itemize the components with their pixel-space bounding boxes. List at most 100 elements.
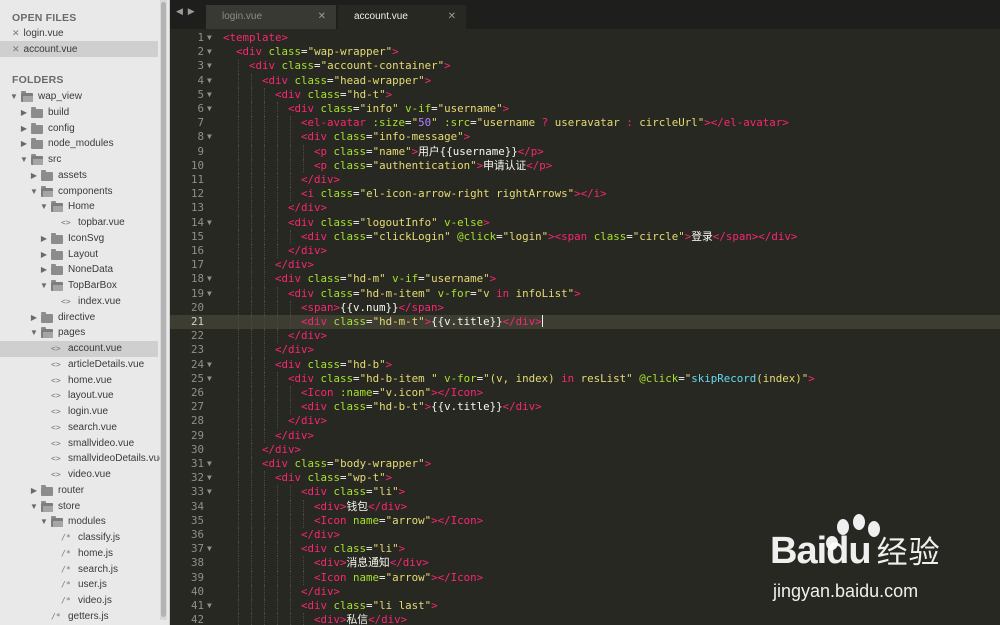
fold-icon[interactable]: ▼: [207, 102, 212, 116]
code-line[interactable]: 2 ▼ <div class="wap-wrapper">: [170, 45, 1000, 59]
tree-file-item[interactable]: <> index.vue: [0, 294, 158, 310]
tree-folder-item[interactable]: ▶ router: [0, 483, 158, 499]
fold-icon[interactable]: ▼: [207, 599, 212, 613]
code-line[interactable]: 10 <p class="authentication">申请认证</p>: [170, 158, 1000, 173]
tree-folder-item[interactable]: ▶ node_modules: [0, 136, 158, 152]
tab-nav-arrows-icon[interactable]: ◀ ▶: [176, 7, 196, 17]
code-line[interactable]: 31 ▼ <div class="body-wrapper">: [170, 457, 1000, 472]
fold-icon[interactable]: ▼: [207, 216, 212, 230]
fold-icon[interactable]: ▼: [207, 485, 212, 499]
tree-folder-item[interactable]: ▶ NoneData: [0, 262, 158, 278]
fold-icon[interactable]: ▼: [207, 287, 212, 301]
tree-folder-item[interactable]: ▶ assets: [0, 168, 158, 184]
code-line[interactable]: 29 </div>: [170, 428, 1000, 443]
tree-folder-item[interactable]: ▶ directive: [0, 310, 158, 326]
code-line[interactable]: 23 </div>: [170, 343, 1000, 358]
tree-file-item[interactable]: <> video.vue: [0, 467, 158, 483]
tree-folder-item[interactable]: ▶ config: [0, 121, 158, 137]
code-line[interactable]: 32 ▼ <div class="wp-t">: [170, 471, 1000, 486]
chevron-right-icon[interactable]: ▶: [20, 136, 28, 152]
tree-file-item[interactable]: <> home.vue: [0, 373, 158, 389]
tree-file-item[interactable]: /* user.js: [0, 577, 158, 593]
code-line[interactable]: 1 ▼ <template>: [170, 31, 1000, 45]
close-icon[interactable]: ✕: [318, 5, 326, 29]
chevron-down-icon[interactable]: ▼: [30, 499, 38, 515]
chevron-right-icon[interactable]: ▶: [30, 168, 38, 184]
code-line[interactable]: 25 ▼ <div class="hd-b-item " v-for="(v, in…: [170, 371, 1000, 386]
chevron-down-icon[interactable]: ▼: [30, 184, 38, 200]
code-line[interactable]: 24 ▼ <div class="hd-b">: [170, 357, 1000, 372]
chevron-right-icon[interactable]: ▶: [20, 105, 28, 121]
tree-folder-item[interactable]: ▼ TopBarBox: [0, 278, 158, 294]
code-line[interactable]: 7 <el-avatar :size="50" :src="username ? …: [170, 116, 1000, 131]
tree-folder-item[interactable]: ▼ store: [0, 499, 158, 515]
sidebar-scrollbar-thumb[interactable]: [161, 2, 166, 617]
open-file-item[interactable]: ✕ account.vue: [0, 41, 158, 57]
chevron-down-icon[interactable]: ▼: [40, 514, 48, 530]
code-line[interactable]: 30 </div>: [170, 442, 1000, 457]
fold-icon[interactable]: ▼: [207, 88, 212, 102]
tree-file-item[interactable]: /* getters.js: [0, 609, 158, 625]
code-line[interactable]: 33 ▼ <div class="li">: [170, 485, 1000, 500]
code-line[interactable]: 21 <div class="hd-m-t">{{v.title}}</div>: [170, 315, 1000, 330]
tab-login-vue[interactable]: login.vue ✕: [206, 5, 336, 29]
fold-icon[interactable]: ▼: [207, 45, 212, 59]
code-line[interactable]: 3 ▼ <div class="account-container">: [170, 59, 1000, 74]
chevron-right-icon[interactable]: ▶: [30, 483, 38, 499]
tree-file-item[interactable]: <> layout.vue: [0, 388, 158, 404]
tree-folder-item[interactable]: ▼ wap_view: [0, 89, 158, 105]
code-line[interactable]: 14 ▼ <div class="logoutInfo" v-else>: [170, 215, 1000, 230]
tree-file-item[interactable]: <> search.vue: [0, 420, 158, 436]
chevron-down-icon[interactable]: ▼: [30, 325, 38, 341]
code-line[interactable]: 12 <i class="el-icon-arrow-right rightArr…: [170, 187, 1000, 202]
code-line[interactable]: 34 <div>钱包</div>: [170, 499, 1000, 514]
tree-file-item[interactable]: <> articleDetails.vue: [0, 357, 158, 373]
chevron-right-icon[interactable]: ▶: [40, 247, 48, 263]
code-line[interactable]: 17 </div>: [170, 258, 1000, 273]
tree-file-item[interactable]: <> login.vue: [0, 404, 158, 420]
chevron-right-icon[interactable]: ▶: [30, 310, 38, 326]
tree-file-item[interactable]: <> smallvideo.vue: [0, 436, 158, 452]
tree-file-item[interactable]: <> account.vue: [0, 341, 158, 357]
tree-file-item[interactable]: /* classify.js: [0, 530, 158, 546]
chevron-down-icon[interactable]: ▼: [40, 278, 48, 294]
code-line[interactable]: 5 ▼ <div class="hd-t">: [170, 87, 1000, 102]
chevron-down-icon[interactable]: ▼: [10, 89, 18, 105]
chevron-right-icon[interactable]: ▶: [40, 262, 48, 278]
tree-folder-item[interactable]: ▶ Layout: [0, 247, 158, 263]
code-line[interactable]: 8 ▼ <div class="info-message">: [170, 130, 1000, 145]
code-line[interactable]: 20 <span>{{v.num}}</span>: [170, 300, 1000, 315]
code-line[interactable]: 11 </div>: [170, 173, 1000, 188]
tree-file-item[interactable]: <> topbar.vue: [0, 215, 158, 231]
close-icon[interactable]: ✕: [12, 44, 20, 54]
tree-folder-item[interactable]: ▼ src: [0, 152, 158, 168]
chevron-right-icon[interactable]: ▶: [20, 121, 28, 137]
sidebar-scrollbar[interactable]: [160, 0, 167, 620]
open-file-item[interactable]: ✕ login.vue: [0, 25, 158, 41]
code-line[interactable]: 4 ▼ <div class="head-wrapper">: [170, 73, 1000, 88]
fold-icon[interactable]: ▼: [207, 59, 212, 73]
tree-folder-item[interactable]: ▼ components: [0, 184, 158, 200]
tree-file-item[interactable]: /* search.js: [0, 562, 158, 578]
tree-file-item[interactable]: /* video.js: [0, 593, 158, 609]
chevron-right-icon[interactable]: ▶: [40, 231, 48, 247]
chevron-down-icon[interactable]: ▼: [20, 152, 28, 168]
tree-folder-item[interactable]: ▼ pages: [0, 325, 158, 341]
code-line[interactable]: 18 ▼ <div class="hd-m" v-if="username">: [170, 272, 1000, 287]
fold-icon[interactable]: ▼: [207, 457, 212, 471]
close-icon[interactable]: ✕: [448, 5, 456, 29]
tree-folder-item[interactable]: ▼ modules: [0, 514, 158, 530]
tab-account-vue[interactable]: account.vue ✕: [338, 5, 466, 29]
code-line[interactable]: 26 <Icon :name="v.icon"></Icon>: [170, 386, 1000, 401]
fold-icon[interactable]: ▼: [207, 130, 212, 144]
fold-icon[interactable]: ▼: [207, 31, 212, 45]
code-line[interactable]: 19 ▼ <div class="hd-m-item" v-for="v in in…: [170, 286, 1000, 301]
tree-file-item[interactable]: /* home.js: [0, 546, 158, 562]
fold-icon[interactable]: ▼: [207, 372, 212, 386]
fold-icon[interactable]: ▼: [207, 471, 212, 485]
chevron-down-icon[interactable]: ▼: [40, 199, 48, 215]
tree-folder-item[interactable]: ▶ IconSvg: [0, 231, 158, 247]
code-line[interactable]: 28 </div>: [170, 414, 1000, 429]
close-icon[interactable]: ✕: [12, 28, 20, 38]
tree-folder-item[interactable]: ▶ build: [0, 105, 158, 121]
